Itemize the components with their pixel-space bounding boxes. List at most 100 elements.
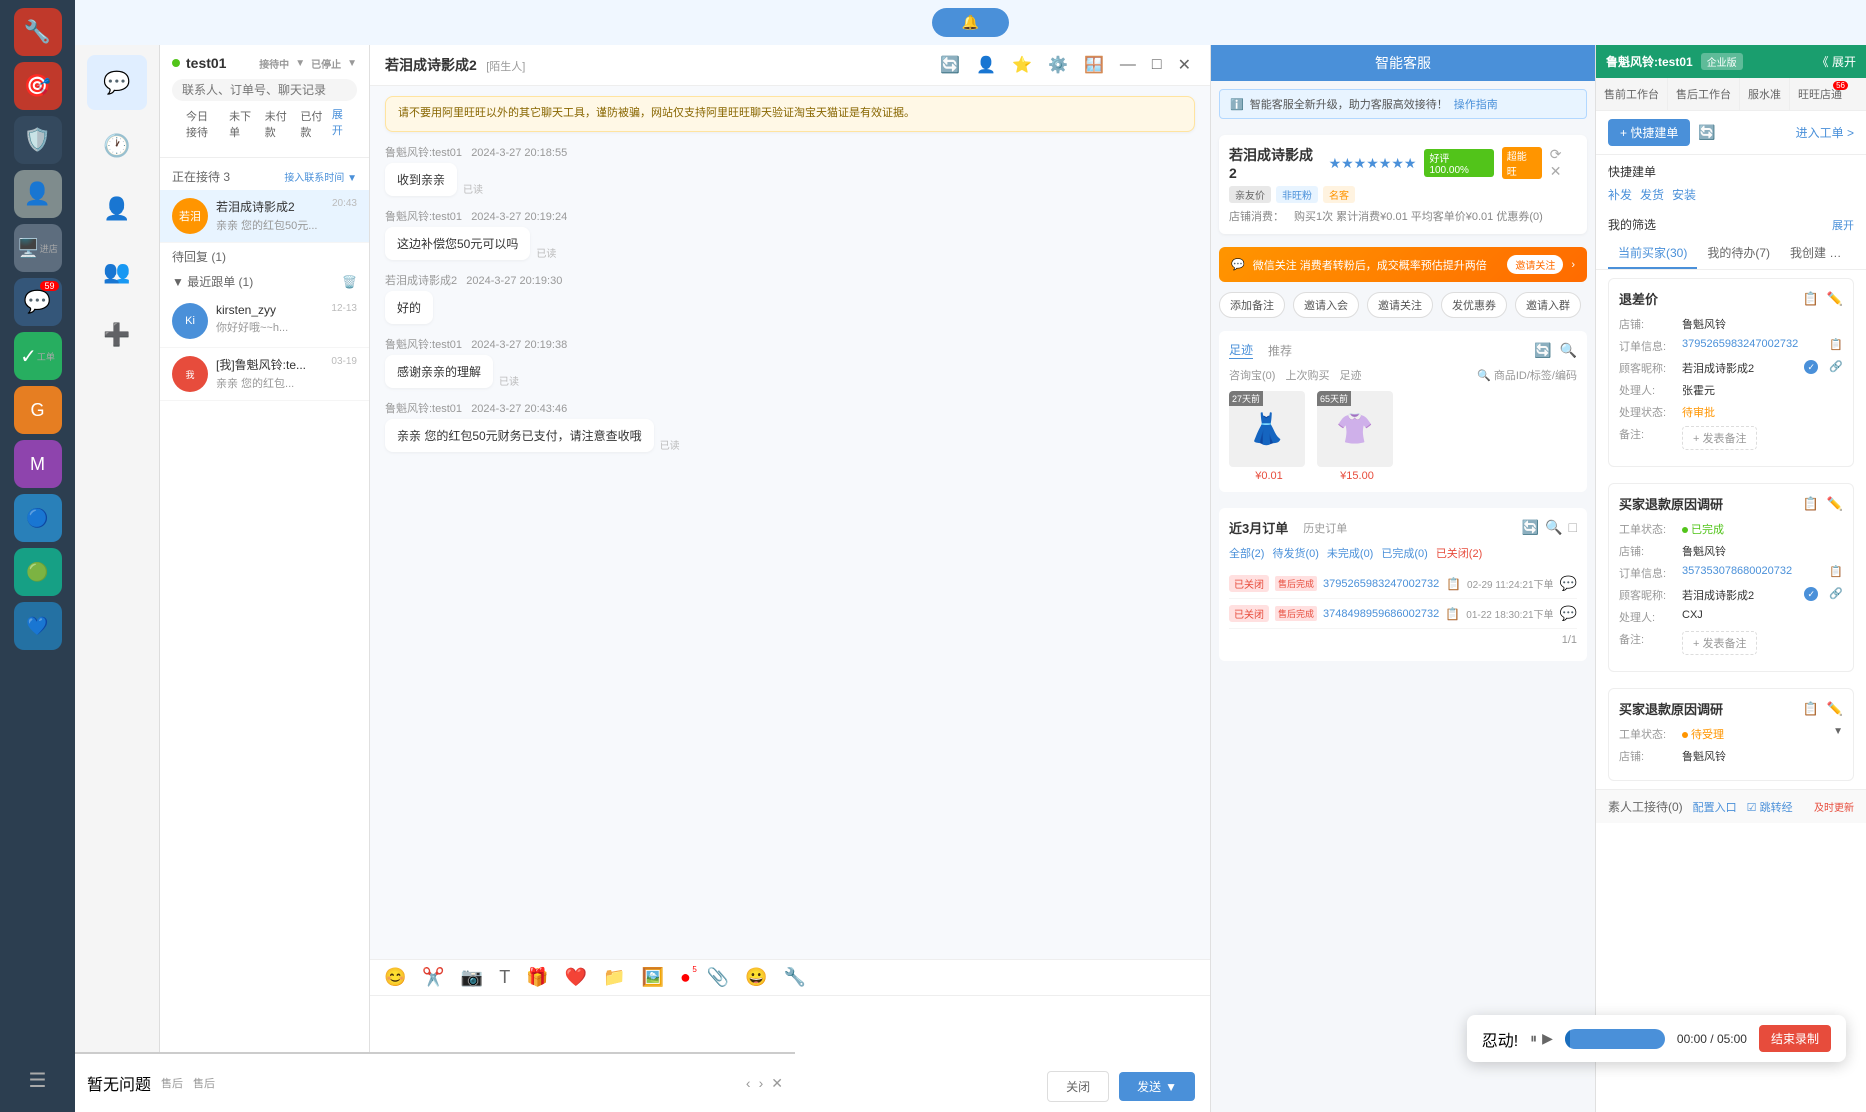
font-btn[interactable]: T <box>495 965 514 990</box>
stop-label[interactable]: ▼ <box>295 58 305 69</box>
screenshot-btn[interactable]: 📷 <box>457 965 487 990</box>
tab-my-pending[interactable]: 我的待办(7) <box>1697 238 1780 269</box>
order-id-2[interactable]: 3748498959686002732 <box>1323 608 1439 620</box>
notice-link[interactable]: 操作指南 <box>1454 96 1498 112</box>
taskbar-app3[interactable]: 🛡️ <box>14 116 62 164</box>
taskbar-app2[interactable]: 🎯 <box>14 62 62 110</box>
invite-meeting-btn[interactable]: 邀请入会 <box>1293 292 1359 318</box>
product-img-1[interactable]: 👗 27天前 <box>1229 391 1305 467</box>
product-search-icon[interactable]: 🔍 商品ID/标签/编码 <box>1477 367 1577 383</box>
temp-next-btn[interactable]: › <box>759 1075 764 1091</box>
tab-paid[interactable]: 已付款 <box>296 106 327 142</box>
orders-reload-icon[interactable]: 🔄 <box>1522 519 1539 536</box>
order-id-1[interactable]: 3795265983247002732 <box>1323 578 1440 590</box>
section3-copy-icon[interactable]: 📋 <box>1803 701 1819 717</box>
delete-recent-icon[interactable]: 🗑️ <box>342 275 357 289</box>
taskbar-menu[interactable]: ☰ <box>14 1056 62 1104</box>
filter-footprint[interactable]: 足迹 <box>1339 367 1361 383</box>
filter-consult[interactable]: 咨询宝(0) <box>1229 367 1275 383</box>
order-copy-2[interactable]: 📋 <box>1445 607 1460 621</box>
order-chat-1[interactable]: 💬 <box>1560 575 1577 592</box>
scissors-btn[interactable]: ✂️ <box>418 965 448 990</box>
link-install[interactable]: 安装 <box>1672 186 1696 203</box>
taskbar-todo[interactable]: ✓ 工单 <box>14 332 62 380</box>
settings-btn[interactable]: ⚙️ <box>1044 53 1072 77</box>
refresh-workorder-btn[interactable]: 🔄 <box>1698 124 1715 141</box>
tab-aftersale[interactable]: 售后工作台 <box>1668 78 1740 110</box>
taskbar-app4[interactable]: G <box>14 386 62 434</box>
accept-time-btn[interactable]: 接入联系时间 ▼ <box>284 169 357 184</box>
reload-icon[interactable]: 🔄 <box>1534 342 1551 359</box>
already-stop-label[interactable]: 已停止 <box>311 56 341 71</box>
progress-bar[interactable] <box>1596 1029 1665 1049</box>
route-btn[interactable]: ☑ 跳转经 <box>1747 799 1793 815</box>
temp-close-btn[interactable]: ✕ <box>771 1075 783 1092</box>
chat-item-3[interactable]: 我 [我]鲁魁风铃:te... 03-19 亲亲 您的红包... <box>160 348 369 401</box>
section1-copy-icon[interactable]: 📋 <box>1803 291 1819 307</box>
card-actions[interactable]: ⟳ ✕ <box>1550 146 1577 180</box>
coupon-btn[interactable]: 发优惠券 <box>1441 292 1507 318</box>
search-products-icon[interactable]: 🔍 <box>1560 342 1577 359</box>
orders-search-icon[interactable]: 🔍 <box>1545 519 1562 536</box>
customer2-copy[interactable]: 🔗 <box>1829 587 1843 603</box>
close-chat-btn[interactable]: 关闭 <box>1047 1071 1109 1102</box>
chat-item-active[interactable]: 若泪 若泪成诗影成2 20:43 亲亲 您的红包50元... <box>160 190 369 243</box>
close-btn[interactable]: ✕ <box>1174 53 1195 77</box>
gift-btn[interactable]: 🎁 <box>522 965 552 990</box>
chat-search-input[interactable] <box>172 79 357 101</box>
invite-follow-btn[interactable]: 邀请关注 <box>1367 292 1433 318</box>
order-copy-1[interactable]: 📋 <box>1446 577 1461 591</box>
chat-item-2[interactable]: Ki kirsten_zyy 12-13 你好好哦~~h... <box>160 295 369 348</box>
heart-btn[interactable]: ❤️ <box>561 965 591 990</box>
customer1-icon[interactable]: ✓ <box>1804 360 1818 374</box>
copy-order2[interactable]: 📋 <box>1829 565 1843 581</box>
sidebar-chat[interactable]: 💬 <box>87 55 147 110</box>
tab-no-order[interactable]: 未下单 <box>225 106 256 142</box>
product-img-2[interactable]: 👚 65天前 <box>1317 391 1393 467</box>
orders-alt[interactable]: 历史订单 <box>1303 520 1347 536</box>
taskbar-contacts[interactable]: 👤 <box>14 170 62 218</box>
tab-current-buyer[interactable]: 当前买家(30) <box>1608 238 1697 269</box>
section2-edit-icon[interactable]: ✏️ <box>1827 496 1843 512</box>
sidebar-add[interactable]: ➕ <box>87 307 147 362</box>
tab-prefront[interactable]: 售前工作台 <box>1596 78 1668 110</box>
end-video-btn[interactable]: 结束录制 <box>1759 1025 1831 1052</box>
file-btn[interactable]: 📁 <box>599 965 629 990</box>
image-btn[interactable]: 🖼️ <box>638 965 668 990</box>
taskbar-app5[interactable]: M <box>14 440 62 488</box>
user-btn[interactable]: 👤 <box>972 53 1000 77</box>
field-value-order2[interactable]: 357353078680020732 <box>1682 565 1821 581</box>
taskbar-desk[interactable]: 🖥️ 进店 <box>14 224 62 272</box>
filters-expand-btn[interactable]: 展开 <box>1832 217 1854 233</box>
order-row-1[interactable]: 已关闭 售后完成 3795265983247002732 📋 02-29 11:… <box>1229 569 1577 599</box>
right-panel-expand-btn[interactable]: 《 展开 <box>1817 53 1856 70</box>
tab-service-level[interactable]: 服水准 <box>1740 78 1790 110</box>
filter-all[interactable]: 全部(2) <box>1229 545 1264 561</box>
window-btn[interactable]: 🪟 <box>1080 53 1108 77</box>
filter-done[interactable]: 已完成(0) <box>1381 545 1427 561</box>
field-value-order1[interactable]: 3795265983247002732 <box>1682 338 1821 354</box>
tab-my-created[interactable]: 我创建 … <box>1780 238 1851 269</box>
order-row-2[interactable]: 已关闭 售后完成 3748498959686002732 📋 01-22 18:… <box>1229 599 1577 629</box>
promo-banner[interactable]: 💬 微信关注 消费者转粉后，成交概率预估提升两倍 邀请关注 › <box>1219 247 1587 282</box>
add-note-btn-1[interactable]: + 发表备注 <box>1682 426 1757 450</box>
add-note-btn-2[interactable]: + 发表备注 <box>1682 631 1757 655</box>
add-note-action-btn[interactable]: 添加备注 <box>1219 292 1285 318</box>
taskbar-app6[interactable]: 🔵 <box>14 494 62 542</box>
invite-group-btn[interactable]: 邀请入群 <box>1515 292 1581 318</box>
expand-tabs-btn[interactable]: 展开 <box>332 106 347 142</box>
copy-order1[interactable]: 📋 <box>1829 338 1843 354</box>
maximize-btn[interactable]: □ <box>1148 53 1166 77</box>
red-dot-btn[interactable]: ●5 <box>676 965 695 990</box>
taskbar-app8[interactable]: 💙 <box>14 602 62 650</box>
customer2-icon[interactable]: ✓ <box>1804 587 1818 601</box>
taskbar-app7[interactable]: 🟢 <box>14 548 62 596</box>
tab-today[interactable]: 今日接待 <box>182 106 220 142</box>
orders-expand-icon[interactable]: □ <box>1569 519 1577 536</box>
star-btn[interactable]: ⭐ <box>1008 53 1036 77</box>
recommend-tab[interactable]: 推荐 <box>1268 342 1292 359</box>
customer1-copy[interactable]: 🔗 <box>1829 360 1843 376</box>
quick-build-btn[interactable]: + 快捷建单 <box>1608 119 1690 146</box>
link-refund[interactable]: 补发 <box>1608 186 1632 203</box>
tab-wangwang[interactable]: 旺旺店通 56 <box>1790 78 1850 110</box>
